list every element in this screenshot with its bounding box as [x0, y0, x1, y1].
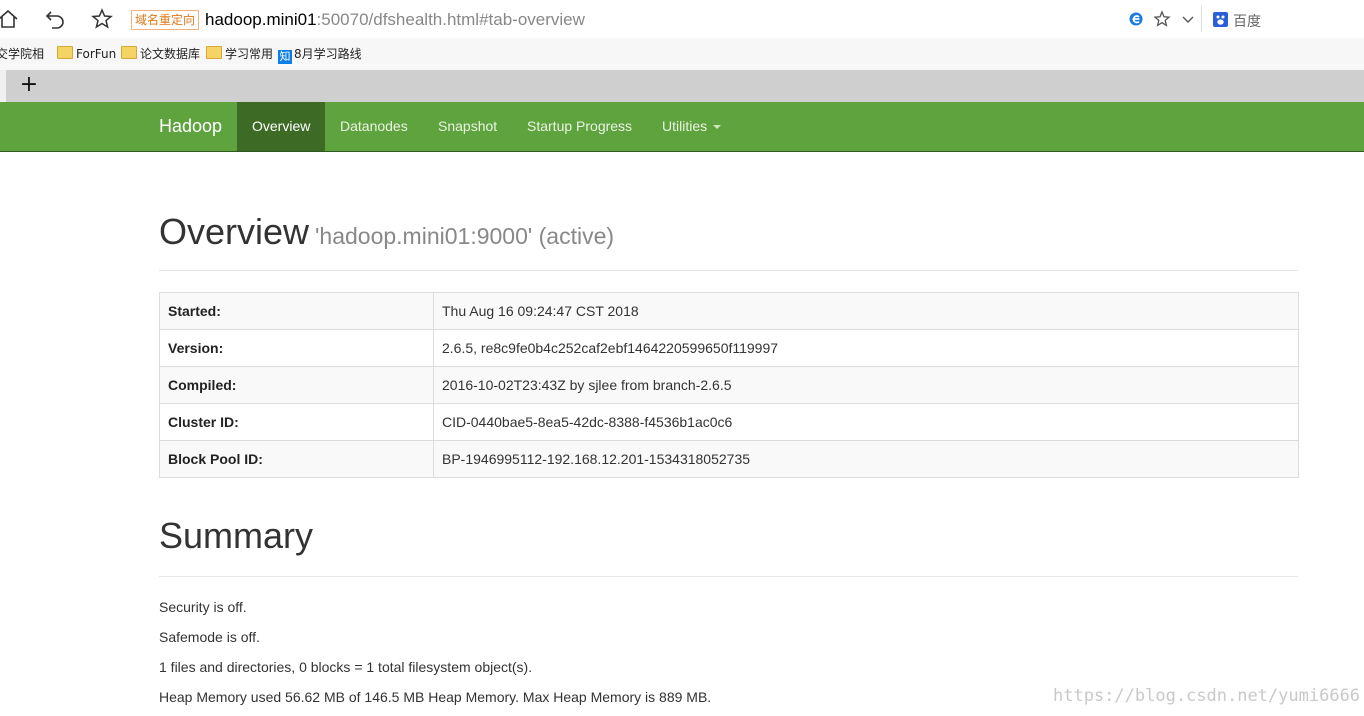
- nav-overview[interactable]: Overview: [237, 102, 326, 151]
- overview-subtitle: 'hadoop.mini01:9000' (active): [315, 223, 615, 249]
- baidu-icon[interactable]: [1213, 12, 1228, 27]
- summary-line: 1 files and directories, 0 blocks = 1 to…: [159, 659, 533, 675]
- nav-snapshot[interactable]: Snapshot: [423, 102, 512, 151]
- bookmark-label: 论文数据库: [140, 47, 201, 61]
- tab-strip: +: [0, 70, 1364, 102]
- row-value: CID-0440bae5-8ea5-42dc-8388-f4536b1ac0c6: [433, 403, 1299, 441]
- row-value: 2016-10-02T23:43Z by sjlee from branch-2…: [433, 366, 1299, 404]
- row-value: Thu Aug 16 09:24:47 CST 2018: [433, 292, 1299, 330]
- summary-line: Heap Memory used 56.62 MB of 146.5 MB He…: [159, 689, 712, 705]
- chevron-down-icon[interactable]: [1181, 12, 1195, 26]
- summary-line: Security is off.: [159, 599, 247, 615]
- folder-icon: [57, 46, 73, 59]
- row-key: Started:: [159, 292, 434, 330]
- nav-startup-progress[interactable]: Startup Progress: [512, 102, 647, 151]
- bookmark-item[interactable]: 学习常用: [206, 46, 273, 62]
- brand-logo[interactable]: Hadoop: [159, 116, 222, 136]
- summary-heading: Summary: [159, 515, 314, 556]
- table-row: Compiled: 2016-10-02T23:43Z by sjlee fro…: [159, 366, 1299, 404]
- bookmark-item[interactable]: 论文数据库: [121, 46, 200, 62]
- row-key: Block Pool ID:: [159, 440, 434, 478]
- zhihu-icon: 知: [278, 50, 292, 64]
- divider: [159, 270, 1298, 271]
- bookmark-item[interactable]: 知 8月学习路线: [278, 46, 362, 64]
- divider: [1201, 6, 1202, 32]
- new-tab-button[interactable]: +: [18, 74, 40, 96]
- address-bar: 域名重定向 hadoop.mini01:50070/dfshealth.html…: [0, 0, 1364, 38]
- star-outline-icon[interactable]: [1153, 10, 1171, 28]
- tab-edge: [0, 70, 6, 102]
- folder-icon: [206, 46, 222, 59]
- caret-down-icon: [713, 125, 722, 130]
- watermark: https://blog.csdn.net/yumi6666: [1053, 686, 1361, 706]
- row-key: Compiled:: [159, 366, 434, 404]
- overview-title: Overview: [159, 211, 310, 252]
- undo-icon[interactable]: [43, 7, 67, 31]
- folder-icon: [121, 46, 137, 59]
- nav-utilities-label: Utilities: [662, 118, 708, 134]
- ie-compat-icon[interactable]: [1128, 11, 1144, 27]
- bookmark-item[interactable]: ForFun: [57, 46, 116, 62]
- bookmark-item[interactable]: 交学院相: [0, 46, 44, 62]
- row-value: BP-1946995112-192.168.12.201-15343180527…: [433, 440, 1299, 478]
- search-engine-label[interactable]: 百度: [1233, 11, 1261, 31]
- url-field[interactable]: hadoop.mini01:50070/dfshealth.html#tab-o…: [205, 9, 585, 31]
- row-key: Version:: [159, 329, 434, 367]
- home-icon[interactable]: [0, 7, 20, 31]
- table-row: Cluster ID: CID-0440bae5-8ea5-42dc-8388-…: [159, 403, 1299, 441]
- bookmarks-bar: 交学院相 ForFun 论文数据库 学习常用 知 8月学习路线: [0, 38, 1364, 70]
- redirect-badge[interactable]: 域名重定向: [131, 10, 200, 30]
- row-key: Cluster ID:: [159, 403, 434, 441]
- table-row: Block Pool ID: BP-1946995112-192.168.12.…: [159, 440, 1299, 478]
- url-host: hadoop.mini01: [205, 10, 317, 29]
- bookmark-label: 8月学习路线: [294, 47, 362, 61]
- overview-table: Started: Thu Aug 16 09:24:47 CST 2018 Ve…: [159, 292, 1299, 478]
- row-value: 2.6.5, re8c9fe0b4c252caf2ebf146422059965…: [433, 329, 1299, 367]
- table-row: Started: Thu Aug 16 09:24:47 CST 2018: [159, 292, 1299, 330]
- overview-heading: Overview'hadoop.mini01:9000' (active): [159, 211, 614, 257]
- bookmark-label: 交学院相: [0, 47, 45, 61]
- hadoop-navbar: Hadoop Overview Datanodes Snapshot Start…: [0, 102, 1364, 152]
- summary-line: Safemode is off.: [159, 629, 260, 645]
- nav-utilities[interactable]: Utilities: [647, 102, 736, 151]
- favorite-star-icon[interactable]: [90, 7, 114, 31]
- nav-datanodes[interactable]: Datanodes: [325, 102, 423, 151]
- divider: [159, 576, 1298, 577]
- bookmark-label: 学习常用: [225, 47, 274, 61]
- url-path: :50070/dfshealth.html#tab-overview: [316, 10, 585, 29]
- table-row: Version: 2.6.5, re8c9fe0b4c252caf2ebf146…: [159, 329, 1299, 367]
- bookmark-label: ForFun: [76, 47, 117, 61]
